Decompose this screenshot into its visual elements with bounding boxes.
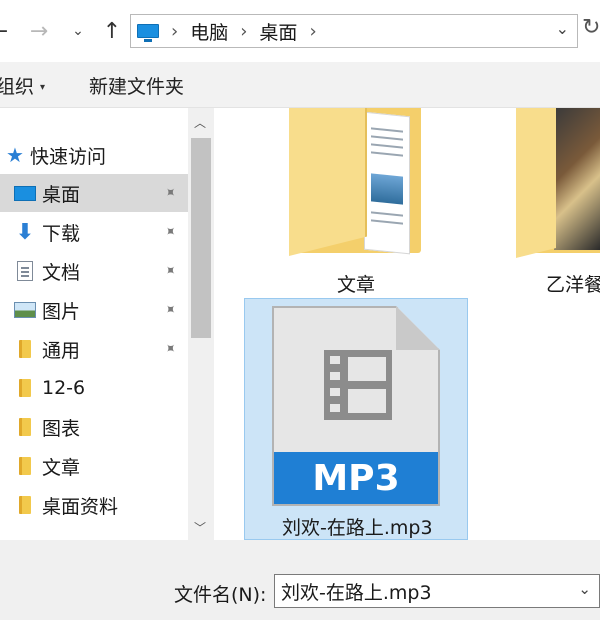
breadcrumb-pc[interactable]: 电脑 — [190, 18, 228, 45]
breadcrumb-separator[interactable]: › — [171, 21, 178, 42]
sidebar-item-label: 下载 — [42, 222, 81, 245]
back-button[interactable]: ← — [0, 14, 10, 48]
folder-icon — [14, 455, 36, 477]
address-bar[interactable]: › 电脑 › 桌面 › ⌄ — [130, 14, 578, 48]
sidebar-item-desktop[interactable]: 桌面 ✦ — [0, 174, 188, 212]
film-strip-icon — [324, 350, 392, 420]
filename-combobox[interactable]: ⌄ — [274, 574, 600, 608]
up-button[interactable]: ↑ — [98, 14, 126, 48]
sidebar-item-downloads[interactable]: ⬇ 下载 ✦ — [0, 213, 188, 251]
sidebar-item-quick-access[interactable]: ★ 快速访问 — [0, 136, 188, 174]
photo-preview — [554, 108, 600, 250]
address-dropdown-icon[interactable]: ⌄ — [556, 19, 569, 38]
filename-label: 文件名(N): — [174, 584, 267, 606]
sidebar-item-desktop-materials[interactable]: 桌面资料 — [0, 486, 188, 524]
new-folder-button[interactable]: 新建文件夹 — [89, 72, 184, 99]
document-preview — [364, 111, 410, 255]
folder-icon — [14, 338, 36, 360]
sidebar-item-label: 快速访问 — [30, 145, 107, 168]
chevron-down-icon[interactable]: ⌄ — [578, 580, 591, 598]
sidebar-item-articles[interactable]: 文章 — [0, 447, 188, 485]
sidebar-item-12-6[interactable]: 12-6 — [0, 369, 188, 407]
file-type-badge: MP3 — [274, 452, 438, 504]
download-icon: ⬇ — [15, 219, 35, 245]
desktop-icon — [14, 182, 36, 204]
folder-front-flap — [289, 108, 367, 256]
scroll-down-icon[interactable]: ﹀ — [194, 519, 206, 536]
recent-locations-button[interactable]: ⌄ — [66, 14, 90, 48]
scrollbar-thumb[interactable] — [191, 138, 211, 338]
breadcrumb-desktop[interactable]: 桌面 — [259, 18, 297, 45]
pin-icon[interactable]: ✦ — [160, 300, 180, 320]
pin-icon[interactable]: ✦ — [160, 222, 180, 242]
breadcrumb-separator[interactable]: › — [309, 21, 316, 42]
breadcrumb-separator[interactable]: › — [240, 21, 247, 42]
folder-icon — [14, 494, 36, 516]
filename-bar: 文件名(N): ⌄ — [0, 540, 600, 620]
sidebar-item-label: 12-6 — [42, 377, 86, 399]
sidebar-item-general[interactable]: 通用 ✦ — [0, 330, 188, 368]
sidebar-item-label: 图表 — [42, 417, 81, 440]
folder-icon — [14, 377, 36, 399]
sidebar-item-label: 通用 — [42, 339, 81, 362]
folder-icon — [14, 416, 36, 438]
file-name: 刘欢-在路上.mp3 — [282, 517, 433, 539]
organize-button[interactable]: 组织 ▾ — [0, 72, 45, 99]
pin-icon[interactable]: ✦ — [160, 183, 180, 203]
organize-label: 组织 — [0, 76, 35, 98]
folder-front-flap — [516, 108, 556, 258]
pictures-icon — [14, 299, 36, 321]
sidebar-item-label: 图片 — [42, 300, 81, 323]
navigation-pane: ★ 快速访问 桌面 ✦ ⬇ 下载 ✦ 文档 ✦ 图片 ✦ 通用 ✦ 12-6 图… — [0, 108, 188, 540]
pin-icon[interactable]: ✦ — [160, 339, 180, 359]
file-name: 乙洋餐 — [546, 274, 600, 296]
sidebar-item-label: 桌面资料 — [42, 495, 119, 518]
sidebar-item-label: 文档 — [42, 261, 81, 284]
document-icon — [14, 260, 36, 282]
sidebar-item-label: 桌面 — [42, 183, 81, 206]
sidebar-item-label: 文章 — [42, 456, 81, 479]
chevron-down-icon: ▾ — [40, 82, 46, 93]
audio-file-icon: MP3 — [272, 306, 440, 506]
sidebar-item-pictures[interactable]: 图片 ✦ — [0, 291, 188, 329]
navigation-scrollbar[interactable]: ︿ ﹀ — [188, 108, 214, 540]
star-icon: ★ — [6, 143, 24, 167]
file-name: 文章 — [337, 274, 376, 296]
command-bar: 组织 ▾ 新建文件夹 — [0, 62, 600, 108]
file-list: 文章 乙洋餐 MP3 刘欢-在路上.mp3 — [214, 108, 600, 540]
refresh-button[interactable]: ↻ — [582, 15, 600, 40]
scroll-up-icon[interactable]: ︿ — [194, 114, 206, 131]
this-pc-icon — [137, 24, 159, 42]
filename-input[interactable] — [275, 575, 571, 607]
pin-icon[interactable]: ✦ — [160, 261, 180, 281]
navigation-bar: ← → ⌄ ↑ › 电脑 › 桌面 › ⌄ ↻ — [0, 0, 600, 62]
sidebar-item-charts[interactable]: 图表 — [0, 408, 188, 446]
sidebar-item-documents[interactable]: 文档 ✦ — [0, 252, 188, 290]
forward-button[interactable]: → — [26, 14, 52, 48]
